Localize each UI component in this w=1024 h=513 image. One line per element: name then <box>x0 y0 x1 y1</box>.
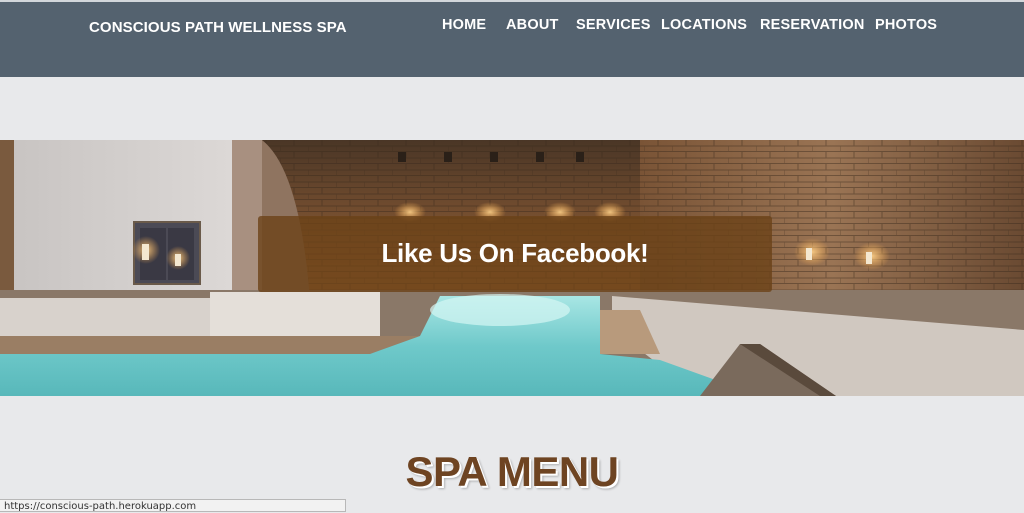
facebook-banner-text: Like Us On Facebook! <box>381 238 649 268</box>
status-bar-url: https://conscious-path.herokuapp.com <box>0 499 346 512</box>
section-title-spa-menu: SPA MENU <box>405 448 619 495</box>
nav-link-photos[interactable]: PHOTOS <box>875 17 937 33</box>
facebook-banner[interactable]: Like Us On Facebook! <box>258 216 772 292</box>
nav-link-home[interactable]: HOME <box>442 17 486 33</box>
navbar: CONSCIOUS PATH WELLNESS SPA HOME ABOUT S… <box>0 0 1024 77</box>
nav-link-reservation[interactable]: RESERVATION <box>760 17 865 33</box>
hero-image: Like Us On Facebook! <box>0 140 1024 396</box>
nav-links: HOME ABOUT SERVICES LOCATIONS RESERVATIO… <box>0 17 1024 37</box>
nav-link-about[interactable]: ABOUT <box>506 17 559 33</box>
nav-link-services[interactable]: SERVICES <box>576 17 651 33</box>
nav-link-locations[interactable]: LOCATIONS <box>661 17 747 33</box>
